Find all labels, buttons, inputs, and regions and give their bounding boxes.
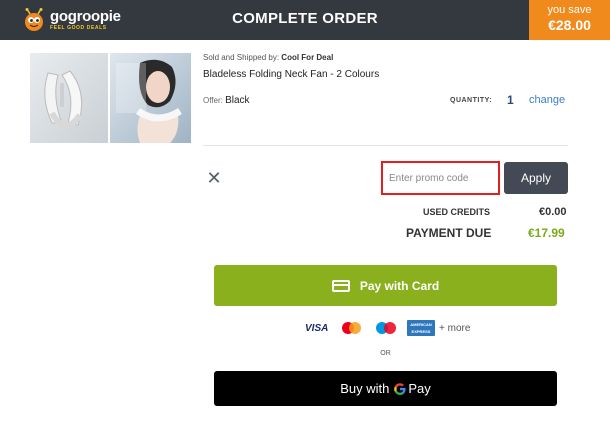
or-separator: OR [380,350,391,357]
product-image [30,53,191,143]
you-save-value: €28.00 [548,17,591,33]
more-cards-label: + more [439,322,471,334]
seller-info: Sold and Shipped by: Cool For Deal [203,53,333,62]
used-credits-label: USED CREDITS [423,207,491,217]
top-bar: gogroopie FEEL GOOD DEALS COMPLETE ORDER… [0,0,610,40]
quantity-label: QUANTITY: [450,97,493,104]
payment-due-value: €17.99 [528,226,565,240]
payment-due-label: PAYMENT DUE [406,226,492,240]
close-icon[interactable]: ✕ [206,169,222,187]
amex-logo: AMERICAN EXPRESS [407,320,435,336]
visa-logo: VISA [305,322,329,334]
quantity-value: 1 [507,93,514,107]
product-name: Bladeless Folding Neck Fan - 2 Colours [203,69,380,80]
seller-prefix: Sold and Shipped by: [203,53,280,62]
pay-with-card-button[interactable]: Pay with Card [214,265,557,306]
accepted-cards: VISA AMERICAN EXPRESS + more [305,318,470,338]
gpay-prefix: Buy with [340,381,390,396]
apply-promo-button[interactable]: Apply [504,162,568,194]
mastercard-icon [341,321,363,335]
maestro-icon [375,321,397,335]
seller-name: Cool For Deal [281,53,334,62]
promo-code-input[interactable] [381,161,500,195]
page-title: COMPLETE ORDER [232,10,378,27]
you-save-badge: you save €28.00 [529,0,610,40]
used-credits-value: €0.00 [539,206,567,218]
google-pay-button[interactable]: Buy with Pay [214,371,557,406]
change-quantity-link[interactable]: change [529,94,565,106]
you-save-label: you save [547,4,592,16]
offer-label: Offer: [203,96,223,105]
pay-with-card-label: Pay with Card [359,278,440,293]
offer-info: Offer: Black [203,95,250,106]
google-g-icon [393,381,407,397]
divider [203,145,568,146]
gpay-label: Pay [408,381,431,396]
offer-value: Black [225,95,250,106]
credit-card-icon [331,279,350,292]
